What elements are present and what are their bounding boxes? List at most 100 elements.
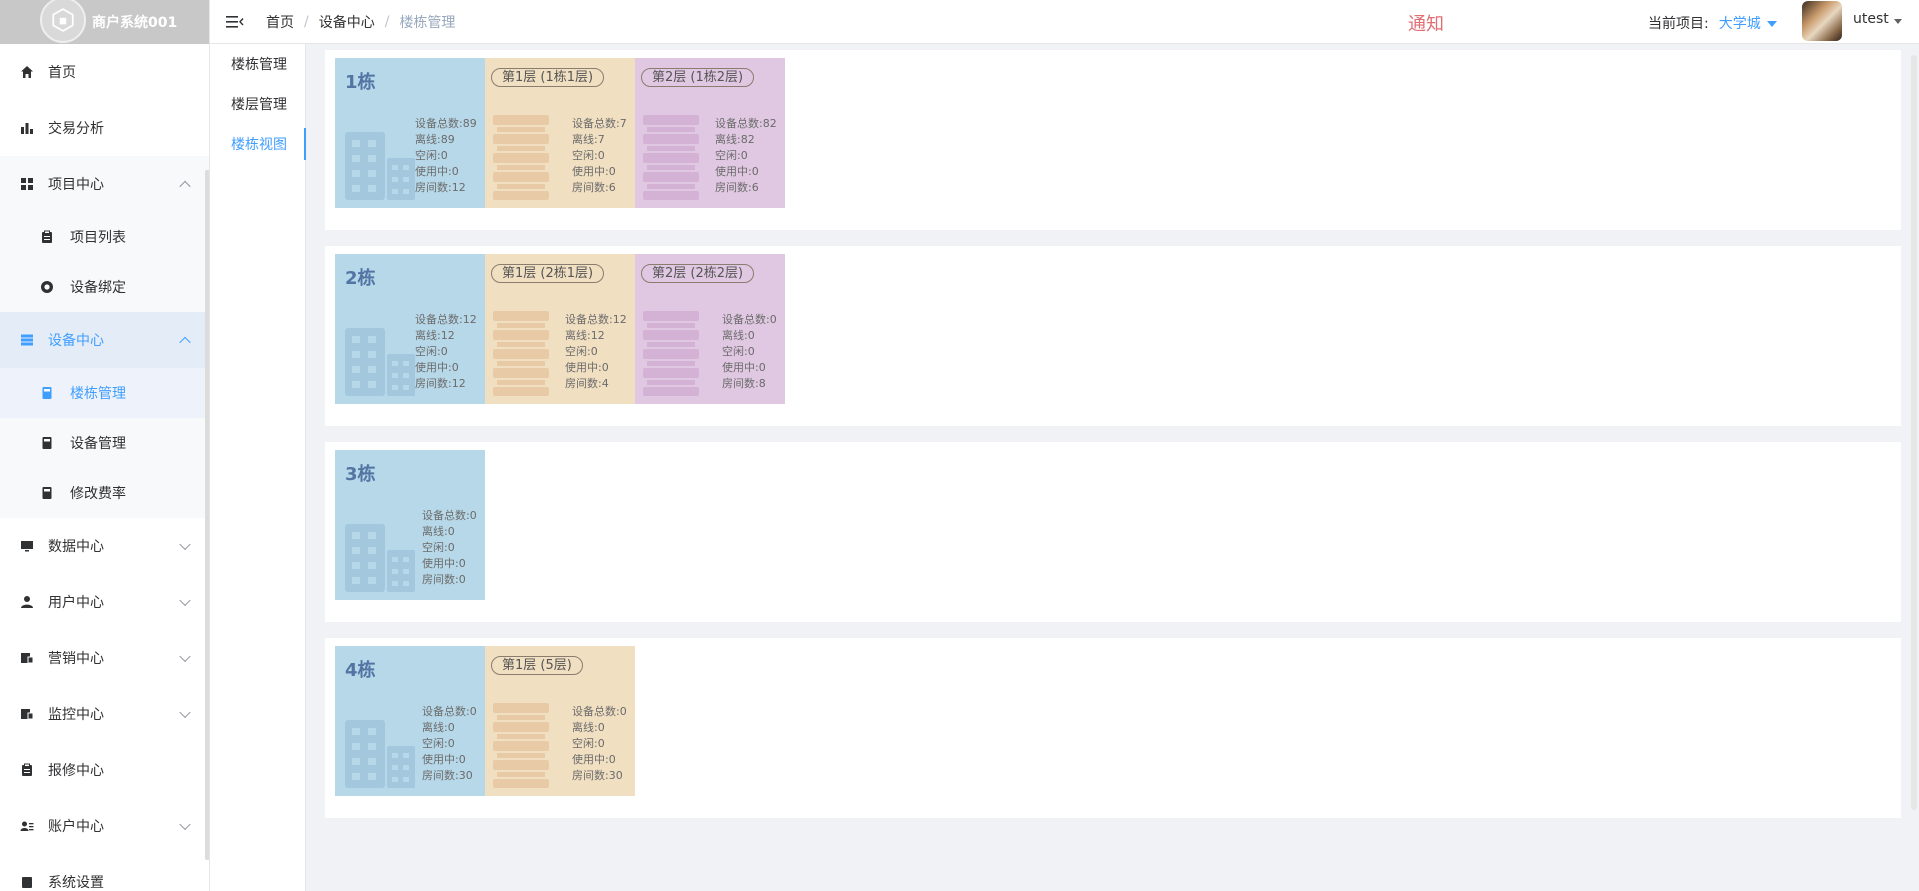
stat-line: 离线:0 — [422, 525, 455, 538]
sidebar-item-repair-center[interactable]: 报修中心 — [0, 742, 209, 798]
sidebar-subitem-label: 修改费率 — [70, 486, 126, 502]
floor-icon — [491, 701, 551, 789]
floor-tag[interactable]: 第1层 (5层) — [491, 656, 583, 675]
breadcrumb-separator: / — [384, 13, 390, 30]
sidebar-item-device-center[interactable]: 设备中心 — [0, 312, 209, 368]
sidebar-subitem-project-list[interactable]: 项目列表 — [0, 212, 209, 262]
building-block[interactable]: 3栋 设备总数:0 离线:0 空闲:0 使用中:0 房间数:0 — [335, 450, 485, 600]
sidebar-subitem-device-management[interactable]: 设备管理 — [0, 418, 209, 468]
stat-line: 房间数:8 — [722, 377, 766, 390]
floor-stats: 设备总数:0 离线:0 空闲:0 使用中:0 房间数:8 — [722, 312, 777, 392]
stat-line: 使用中:0 — [715, 165, 759, 178]
sidebar-item-label: 项目中心 — [48, 177, 104, 193]
stat-line: 空闲:0 — [415, 345, 448, 358]
sidebar-item-label: 监控中心 — [48, 707, 104, 723]
app-logo: 商户系统001 — [0, 0, 209, 44]
stat-line: 离线:7 — [572, 133, 605, 146]
stat-line: 房间数:12 — [415, 181, 466, 194]
stat-line: 设备总数:0 — [422, 509, 477, 522]
bar-chart-icon — [20, 121, 34, 135]
stat-line: 离线:0 — [572, 721, 605, 734]
building-icon — [345, 126, 417, 200]
building-stats: 设备总数:12 离线:12 空闲:0 使用中:0 房间数:12 — [415, 312, 477, 392]
floor-tag[interactable]: 第2层 (1栋2层) — [641, 68, 755, 87]
building-block[interactable]: 1栋 设备总数:89 离线:89 空闲:0 使用中:0 房间数:12 — [335, 58, 485, 208]
stat-line: 设备总数:12 — [565, 313, 627, 326]
subnav-building-view[interactable]: 楼栋视图 — [210, 124, 306, 164]
breadcrumb-separator: / — [304, 13, 309, 30]
floor-tag[interactable]: 第1层 (1栋1层) — [491, 68, 605, 87]
building-block[interactable]: 4栋设备总数:0 离线:0 空闲:0 使用中:0 房间数:30 — [335, 646, 485, 796]
building-icon — [345, 714, 417, 788]
calculator-icon — [40, 486, 54, 500]
building-icon — [345, 518, 417, 592]
stat-line: 空闲:0 — [422, 737, 455, 750]
floor-icon — [641, 309, 701, 397]
building-card: 4栋设备总数:0 离线:0 空闲:0 使用中:0 房间数:30 第1层 (5层) 设备总数:… — [325, 638, 1901, 818]
floor-tag[interactable]: 第1层 (2栋1层) — [491, 264, 605, 283]
sidebar-subitem-modify-rate[interactable]: 修改费率 — [0, 468, 209, 518]
sidebar-item-monitor-center[interactable]: 监控中心 — [0, 686, 209, 742]
subnav-floor-management[interactable]: 楼层管理 — [210, 84, 305, 124]
user-icon — [20, 595, 34, 609]
floor-block[interactable]: 第2层 (2栋2层) 设备总数:0 离线:0 空闲:0 使用中:0 房间数:8 — [635, 254, 785, 404]
calculator-icon — [40, 386, 54, 400]
stat-line: 设备总数:7 — [572, 117, 627, 130]
stat-line: 房间数:30 — [572, 769, 623, 782]
sidebar-item-project-center[interactable]: 项目中心 — [0, 156, 209, 212]
building-block[interactable]: 2栋 设备总数:12 离线:12 空闲:0 使用中:0 房间数:12 — [335, 254, 485, 404]
sidebar-item-account-center[interactable]: 账户中心 — [0, 798, 209, 854]
stat-line: 空闲:0 — [722, 345, 755, 358]
floor-block[interactable]: 第1层 (2栋1层) 设备总数:12 离线:12 空闲:0 使用中:0 房间数:4 — [485, 254, 635, 404]
stat-line: 设备总数:12 — [415, 313, 477, 326]
notice-link[interactable]: 通知 — [1408, 10, 1444, 36]
avatar[interactable] — [1802, 1, 1842, 41]
stat-line: 设备总数:89 — [415, 117, 477, 130]
breadcrumb-device-center[interactable]: 设备中心 — [319, 12, 375, 32]
stat-line: 使用中:0 — [422, 557, 466, 570]
sidebar-subitem-label: 项目列表 — [70, 230, 126, 246]
project-value[interactable]: 大学城 — [1719, 16, 1761, 32]
sidebar-item-user-center[interactable]: 用户中心 — [0, 574, 209, 630]
chevron-down-icon — [179, 818, 191, 831]
monitor-center-icon — [20, 707, 34, 721]
hamburger-icon[interactable] — [226, 15, 244, 29]
sidebar-item-label: 首页 — [48, 65, 76, 81]
sidebar-item-transaction-analysis[interactable]: 交易分析 — [0, 100, 209, 156]
sidebar-item-system-settings[interactable]: 系统设置 — [0, 854, 209, 891]
floor-block[interactable]: 第1层 (5层) 设备总数:0 离线:0 空闲:0 使用中:0 房间数:30 — [485, 646, 635, 796]
stat-line: 设备总数:0 — [572, 705, 627, 718]
sidebar-subitem-building-management[interactable]: 楼栋管理 — [0, 368, 209, 418]
building-name: 4栋 — [345, 660, 376, 681]
stat-line: 使用中:0 — [722, 361, 766, 374]
project-selector[interactable]: 当前项目: 大学城 — [1648, 13, 1777, 33]
subnav-building-management[interactable]: 楼栋管理 — [210, 44, 305, 84]
floor-stats: 设备总数:7 离线:7 空闲:0 使用中:0 房间数:6 — [572, 116, 627, 196]
floor-block[interactable]: 第1层 (1栋1层) 设备总数:7 离线:7 空闲:0 使用中:0 房间数:6 — [485, 58, 635, 208]
grid-icon — [20, 177, 34, 191]
page-scrollbar[interactable] — [1911, 55, 1917, 810]
breadcrumb-home[interactable]: 首页 — [266, 12, 294, 32]
logo-icon — [40, 0, 86, 43]
stat-line: 空闲:0 — [565, 345, 598, 358]
caret-down-icon[interactable] — [1894, 19, 1902, 24]
username[interactable]: utest — [1853, 11, 1889, 27]
sidebar-item-label: 报修中心 — [48, 763, 104, 779]
building-card: 1栋 设备总数:89 离线:89 空闲:0 使用中:0 房间数:12 第1层 (1栋1层) 设… — [325, 50, 1901, 230]
main-content: 1栋 设备总数:89 离线:89 空闲:0 使用中:0 房间数:12 第1层 (1栋1层) 设… — [306, 44, 1919, 891]
floor-block[interactable]: 第2层 (1栋2层) 设备总数:82 离线:82 空闲:0 使用中:0 房间数:6 — [635, 58, 785, 208]
floor-icon — [491, 113, 551, 201]
floor-tag[interactable]: 第2层 (2栋2层) — [641, 264, 755, 283]
sidebar-subitem-device-binding[interactable]: 设备绑定 — [0, 262, 209, 312]
building-stats: 设备总数:0 离线:0 空闲:0 使用中:0 房间数:30 — [422, 704, 477, 784]
settings-icon — [20, 875, 34, 889]
stat-line: 离线:89 — [415, 133, 455, 146]
chevron-down-icon — [179, 650, 191, 663]
sidebar-item-marketing-center[interactable]: 营销中心 — [0, 630, 209, 686]
sidebar-item-data-center[interactable]: 数据中心 — [0, 518, 209, 574]
stat-line: 空闲:0 — [572, 737, 605, 750]
stat-line: 离线:12 — [415, 329, 455, 342]
sidebar-item-home[interactable]: 首页 — [0, 44, 209, 100]
caret-down-icon[interactable] — [1766, 21, 1777, 27]
sidebar-item-label: 数据中心 — [48, 539, 104, 555]
